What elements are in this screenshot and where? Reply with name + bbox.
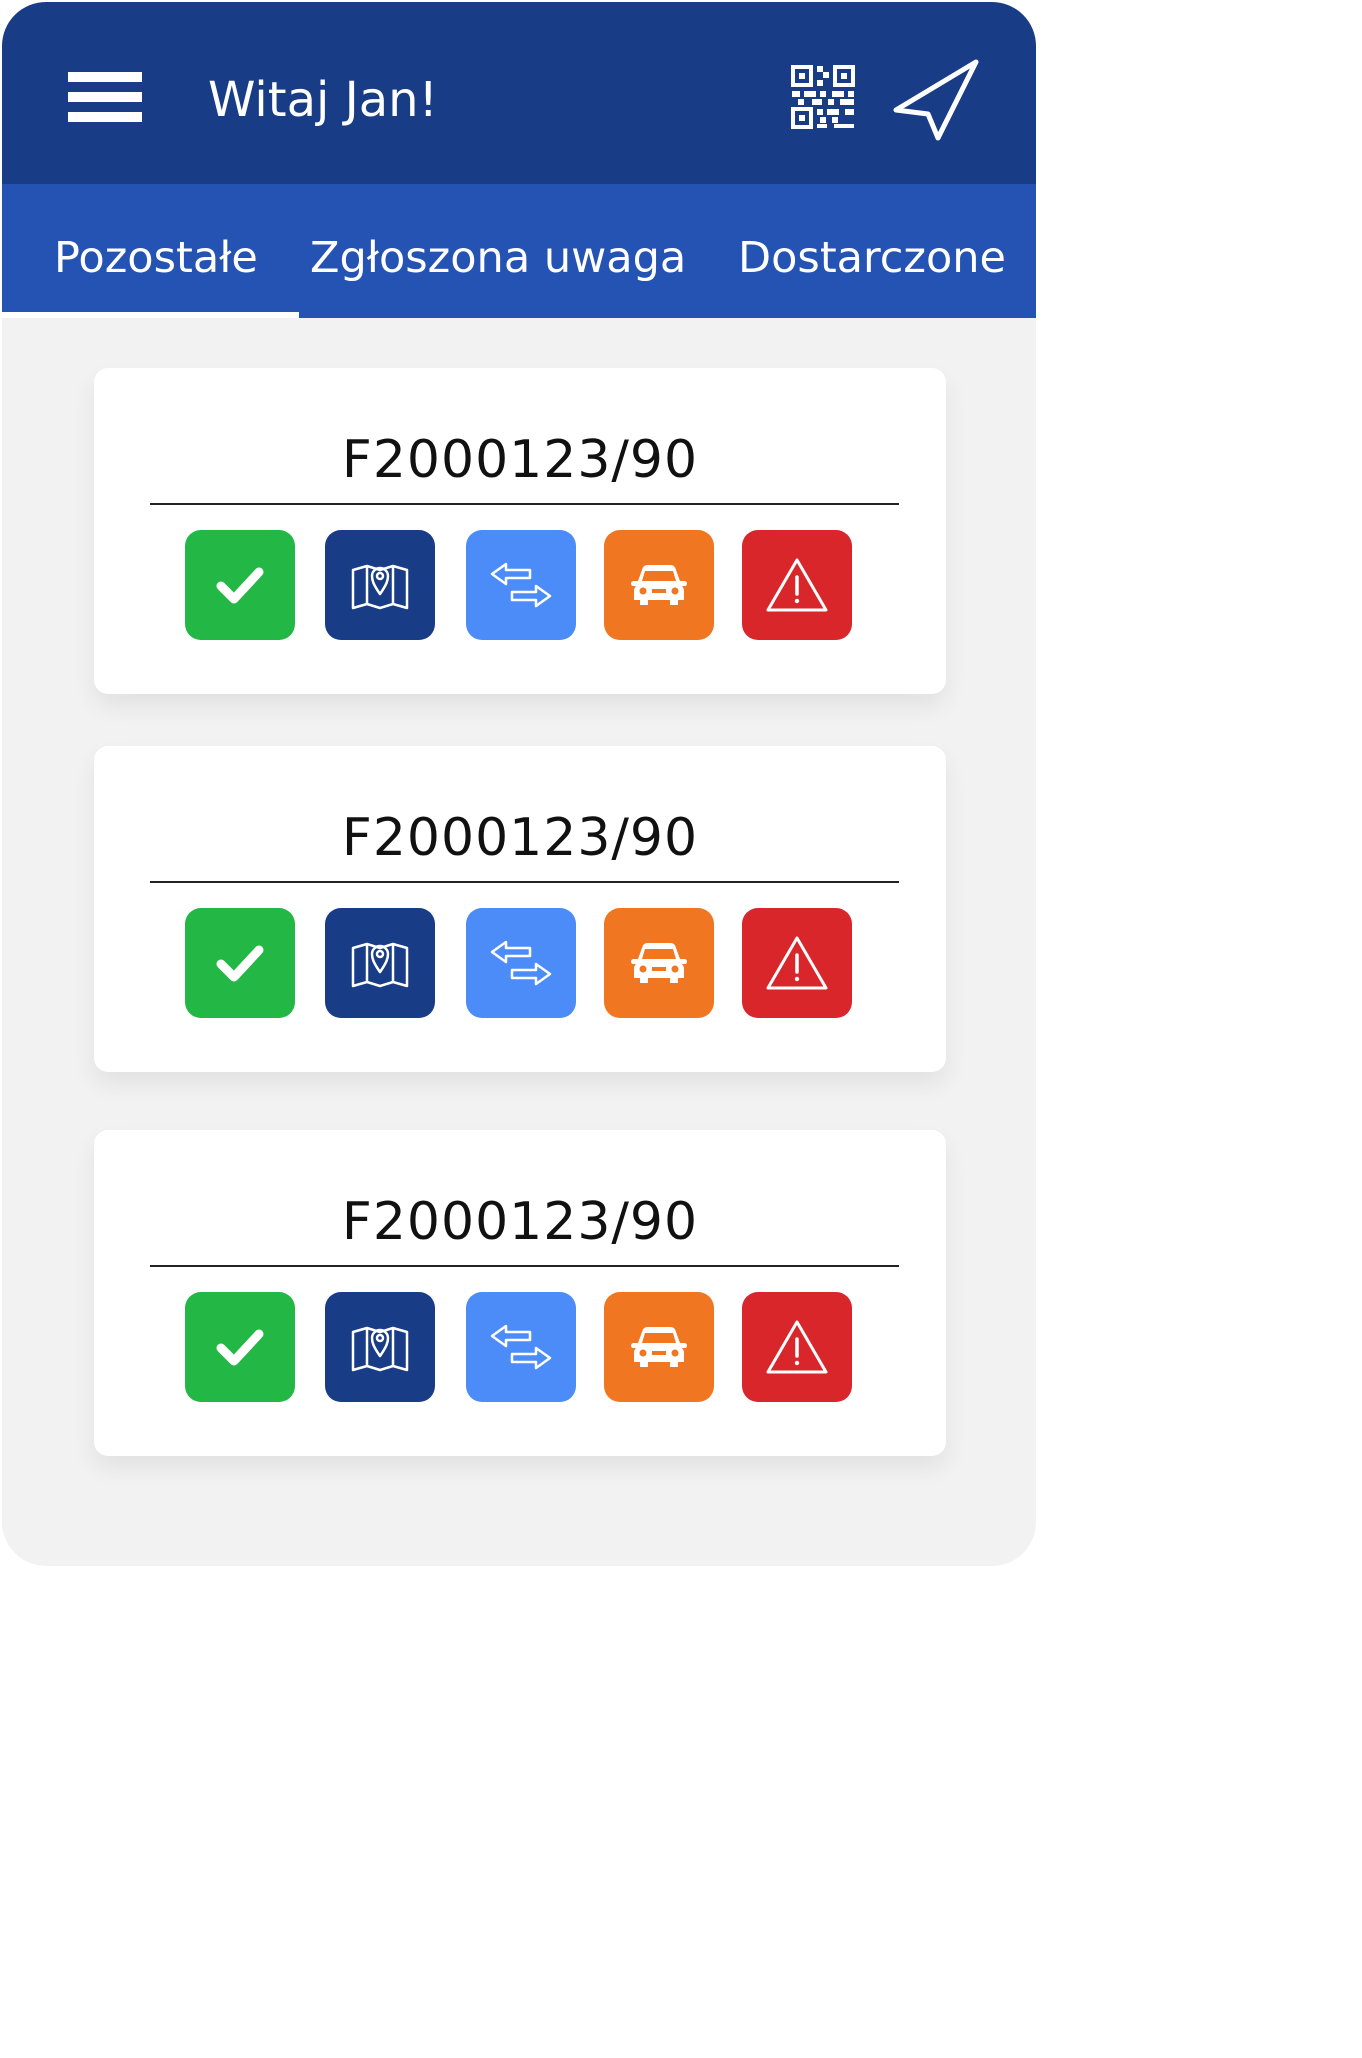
warning-triangle-icon (766, 558, 828, 612)
swap-arrows-icon (490, 562, 552, 608)
checkmark-icon (216, 1329, 264, 1366)
app-screen: Witaj Jan! Pozostałe Zgłoszona uwaga Dos… (2, 2, 1036, 1566)
vehicle-button[interactable] (604, 1292, 714, 1402)
map-button[interactable] (325, 908, 435, 1018)
map-pin-icon (351, 1326, 409, 1372)
confirm-button[interactable] (185, 530, 295, 640)
checkmark-icon (216, 945, 264, 982)
confirm-button[interactable] (185, 1292, 295, 1402)
swap-arrows-icon (490, 940, 552, 986)
order-number: F2000123/90 (341, 808, 699, 868)
report-issue-button[interactable] (742, 1292, 852, 1402)
navigation-arrow-icon[interactable] (890, 58, 982, 144)
tab-pozostale[interactable]: Pozostałe (54, 184, 258, 318)
vehicle-button[interactable] (604, 908, 714, 1018)
divider (150, 503, 899, 505)
confirm-button[interactable] (185, 908, 295, 1018)
warning-triangle-icon (766, 1320, 828, 1374)
checkmark-icon (216, 567, 264, 604)
car-icon (631, 943, 687, 983)
active-tab-indicator (2, 312, 299, 318)
transfer-button[interactable] (466, 908, 576, 1018)
report-issue-button[interactable] (742, 530, 852, 640)
tab-dostarczone[interactable]: Dostarczone (738, 184, 1006, 318)
app-header: Witaj Jan! (2, 2, 1036, 184)
order-number: F2000123/90 (341, 1192, 699, 1252)
vehicle-button[interactable] (604, 530, 714, 640)
car-icon (631, 565, 687, 605)
transfer-button[interactable] (466, 530, 576, 640)
map-button[interactable] (325, 1292, 435, 1402)
map-pin-icon (351, 564, 409, 610)
report-issue-button[interactable] (742, 908, 852, 1018)
order-number: F2000123/90 (341, 430, 699, 490)
map-button[interactable] (325, 530, 435, 640)
transfer-button[interactable] (466, 1292, 576, 1402)
qr-code-icon[interactable] (790, 64, 856, 130)
order-card: F2000123/90 (94, 368, 946, 694)
hamburger-menu-icon[interactable] (68, 70, 144, 124)
order-card: F2000123/90 (94, 746, 946, 1072)
swap-arrows-icon (490, 1324, 552, 1370)
tab-zgloszona-uwaga[interactable]: Zgłoszona uwaga (310, 184, 686, 318)
divider (150, 881, 899, 883)
divider (150, 1265, 899, 1267)
map-pin-icon (351, 942, 409, 988)
greeting-title: Witaj Jan! (208, 72, 438, 128)
car-icon (631, 1327, 687, 1367)
tab-bar: Pozostałe Zgłoszona uwaga Dostarczone (2, 184, 1036, 318)
warning-triangle-icon (766, 936, 828, 990)
order-card: F2000123/90 (94, 1130, 946, 1456)
